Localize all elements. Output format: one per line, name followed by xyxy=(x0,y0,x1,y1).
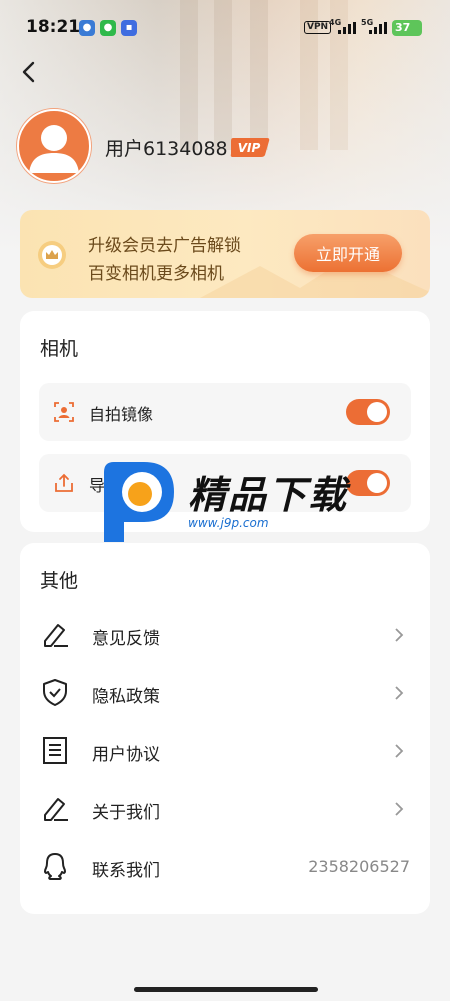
chevron-right-icon xyxy=(395,802,404,816)
document-icon xyxy=(43,737,67,764)
other-section-title: 其他 xyxy=(40,570,79,592)
open-vip-button[interactable]: 立即开通 xyxy=(294,234,402,272)
back-arrow-icon[interactable] xyxy=(18,58,42,86)
status-time: 18:21 xyxy=(26,17,81,37)
user-agreement-label: 用户协议 xyxy=(92,745,160,765)
sticky-note-icon: ▪ xyxy=(121,20,137,36)
signal-bars-icon xyxy=(369,22,389,34)
home-indicator[interactable] xyxy=(134,987,318,992)
contact-us-item[interactable]: 联系我们 2358206527 xyxy=(20,837,430,895)
pencil-icon xyxy=(44,624,68,647)
user-agreement-item[interactable]: 用户协议 xyxy=(20,721,430,779)
export-album-toggle[interactable] xyxy=(346,470,390,496)
vpn-icon: VPN xyxy=(304,21,332,34)
status-bar: 18:21 ● ● ▪ VPN 4G 5G 37 xyxy=(0,0,450,52)
about-us-label: 关于我们 xyxy=(92,803,160,823)
battery-indicator: 37 xyxy=(392,20,422,36)
privacy-policy-label: 隐私政策 xyxy=(92,687,160,707)
about-us-item[interactable]: 关于我们 xyxy=(20,779,430,837)
selfie-mirror-label: 自拍镜像 xyxy=(89,405,154,424)
signal-bars-icon xyxy=(338,22,358,34)
privacy-policy-item[interactable]: 隐私政策 xyxy=(20,663,430,721)
export-album-label: 导出到相册 xyxy=(89,476,170,495)
contact-qq-number: 2358206527 xyxy=(308,857,410,876)
other-settings-card: 其他 意见反馈 隐私政策 用户协议 关于我们 联系我们 2358206527 xyxy=(20,543,430,914)
banner-line-2: 百变相机更多相机 xyxy=(88,264,224,284)
banner-line-1: 升级会员去广告解锁 xyxy=(88,236,241,256)
avatar[interactable] xyxy=(17,109,91,183)
qq-icon xyxy=(44,853,66,880)
camera-settings-card: 相机 自拍镜像 导出到相册 xyxy=(20,311,430,532)
username: 用户6134088 xyxy=(105,138,228,160)
crown-icon xyxy=(38,241,66,269)
contact-us-label: 联系我们 xyxy=(92,861,160,881)
selfie-mirror-icon xyxy=(54,402,74,422)
wechat-icon: ● xyxy=(100,20,116,36)
export-icon xyxy=(55,473,73,492)
chevron-right-icon xyxy=(395,744,404,758)
vip-badge: VIP xyxy=(230,138,270,157)
chevron-right-icon xyxy=(395,686,404,700)
feedback-label: 意见反馈 xyxy=(92,629,160,649)
vip-badge-label: VIP xyxy=(238,141,261,155)
camera-section-title: 相机 xyxy=(40,338,79,360)
app-notification-icon: ● xyxy=(79,20,95,36)
pencil-icon xyxy=(44,798,68,821)
vip-upgrade-banner[interactable]: 升级会员去广告解锁 百变相机更多相机 立即开通 xyxy=(20,210,430,298)
shield-check-icon xyxy=(43,679,67,706)
feedback-item[interactable]: 意见反馈 xyxy=(20,605,430,663)
selfie-mirror-row[interactable]: 自拍镜像 xyxy=(39,383,411,441)
export-album-row[interactable]: 导出到相册 xyxy=(39,454,411,512)
selfie-mirror-toggle[interactable] xyxy=(346,399,390,425)
user-silhouette-icon xyxy=(29,125,79,173)
chevron-right-icon xyxy=(395,628,404,642)
